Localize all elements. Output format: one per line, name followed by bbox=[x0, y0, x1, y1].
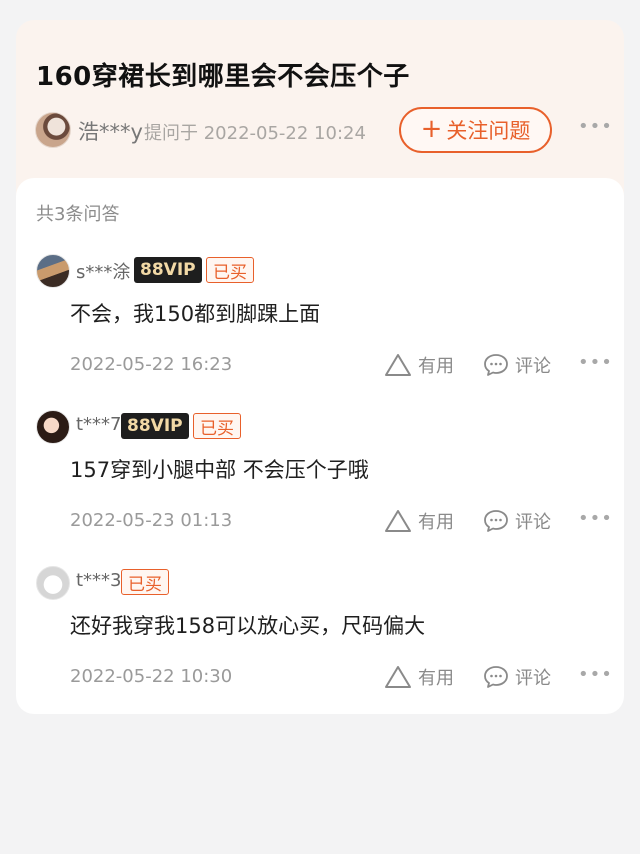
answer-username[interactable]: s***涂 bbox=[76, 258, 130, 284]
triangle-up-icon bbox=[385, 666, 411, 688]
asked-at: 提问于 2022-05-22 10:24 bbox=[144, 123, 366, 144]
more-icon[interactable]: ••• bbox=[578, 664, 613, 685]
more-icon[interactable]: ••• bbox=[578, 352, 613, 373]
asker-name[interactable]: 浩***y bbox=[78, 116, 143, 146]
bought-badge: 已买 bbox=[121, 569, 169, 595]
plus-icon: + bbox=[420, 114, 443, 144]
vip-badge: 88VIP bbox=[121, 413, 189, 439]
bought-badge: 已买 bbox=[193, 413, 241, 439]
speech-bubble-icon bbox=[484, 510, 508, 532]
answer-date: 2022-05-22 16:23 bbox=[70, 354, 233, 375]
answer-count: 共3条问答 bbox=[36, 204, 120, 225]
triangle-up-icon bbox=[385, 510, 411, 532]
speech-bubble-icon bbox=[484, 354, 508, 376]
comment-button[interactable]: 评论 bbox=[483, 664, 551, 690]
answers-card: 共3条问答 s***涂 88VIP 已买 不会，我150都到脚踝上面 2022-… bbox=[16, 178, 624, 714]
vip-badge: 88VIP bbox=[134, 257, 202, 283]
bought-badge: 已买 bbox=[206, 257, 254, 283]
follow-label: 关注问题 bbox=[446, 119, 531, 143]
comment-button[interactable]: 评论 bbox=[483, 508, 551, 534]
answer-text: 还好我穿我158可以放心买，尺码偏大 bbox=[70, 614, 426, 638]
triangle-up-icon bbox=[385, 354, 411, 376]
answer-date: 2022-05-23 01:13 bbox=[70, 510, 233, 531]
answer-text: 不会，我150都到脚踝上面 bbox=[70, 302, 321, 326]
asker-avatar[interactable] bbox=[35, 112, 71, 148]
avatar[interactable] bbox=[36, 410, 70, 444]
useful-label: 有用 bbox=[418, 356, 454, 377]
answer-item: t***7 88VIP 已买 157穿到小腿中部 不会压个子哦 2022-05-… bbox=[16, 410, 624, 566]
follow-question-button[interactable]: + 关注问题 bbox=[399, 107, 552, 153]
answer-item: s***涂 88VIP 已买 不会，我150都到脚踝上面 2022-05-22 … bbox=[16, 254, 624, 410]
comment-button[interactable]: 评论 bbox=[483, 352, 551, 378]
useful-button[interactable]: 有用 bbox=[384, 664, 454, 690]
more-icon[interactable]: ••• bbox=[578, 508, 613, 529]
useful-button[interactable]: 有用 bbox=[384, 508, 454, 534]
answer-username[interactable]: t***3 bbox=[76, 570, 122, 591]
speech-bubble-icon bbox=[484, 666, 508, 688]
question-more-icon[interactable]: ••• bbox=[578, 116, 613, 137]
answer-item: t***3 已买 还好我穿我158可以放心买，尺码偏大 2022-05-22 1… bbox=[16, 566, 624, 722]
answer-date: 2022-05-22 10:30 bbox=[70, 666, 233, 687]
comment-label: 评论 bbox=[515, 356, 551, 377]
avatar[interactable] bbox=[36, 566, 70, 600]
comment-label: 评论 bbox=[515, 668, 551, 689]
useful-label: 有用 bbox=[418, 512, 454, 533]
avatar[interactable] bbox=[36, 254, 70, 288]
question-title: 160穿裙长到哪里会不会压个子 bbox=[36, 62, 410, 92]
answer-username[interactable]: t***7 bbox=[76, 414, 122, 435]
comment-label: 评论 bbox=[515, 512, 551, 533]
answer-text: 157穿到小腿中部 不会压个子哦 bbox=[70, 458, 369, 482]
useful-button[interactable]: 有用 bbox=[384, 352, 454, 378]
useful-label: 有用 bbox=[418, 668, 454, 689]
